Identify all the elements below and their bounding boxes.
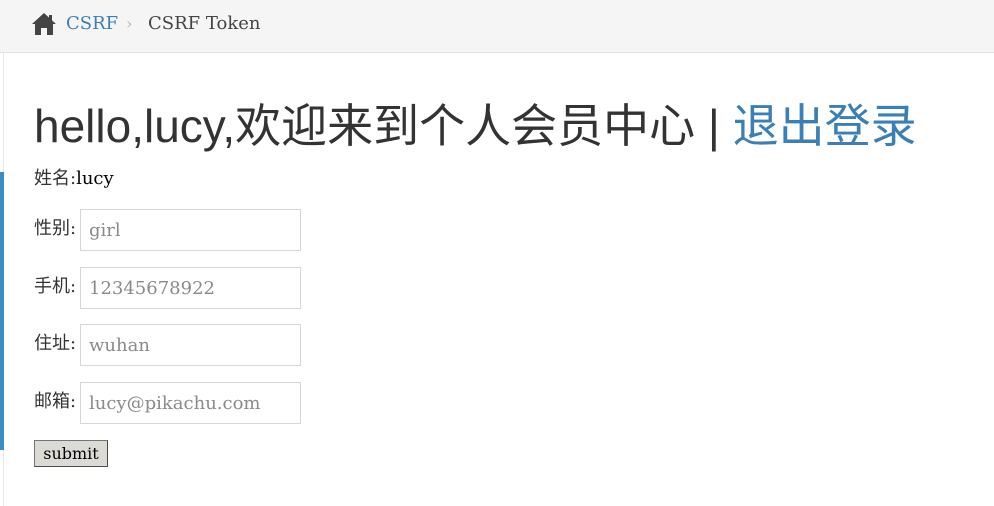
phone-label: 手机:: [34, 276, 77, 297]
page-title-greeting: hello,lucy,欢迎来到个人会员中心 |: [34, 100, 733, 152]
gender-input[interactable]: [80, 209, 301, 251]
chevron-right-icon: ›: [126, 14, 133, 33]
address-input[interactable]: [80, 324, 301, 366]
home-icon[interactable]: [31, 12, 57, 36]
submit-button[interactable]: submit: [34, 440, 108, 467]
name-value: lucy: [76, 168, 114, 189]
phone-input[interactable]: [80, 267, 301, 309]
name-label: 姓名:: [34, 168, 77, 189]
breadcrumb-current: CSRF Token: [148, 13, 261, 34]
logout-link[interactable]: 退出登录: [733, 100, 917, 152]
name-line: 姓名:lucy: [34, 167, 114, 191]
address-label: 住址:: [34, 333, 77, 354]
gender-label: 性别:: [34, 218, 77, 239]
page: CSRF › CSRF Token hello,lucy,欢迎来到个人会员中心 …: [0, 0, 994, 506]
email-input[interactable]: [80, 382, 301, 424]
left-accent-bar: [0, 172, 4, 450]
breadcrumb-link-csrf[interactable]: CSRF: [66, 13, 118, 35]
email-label: 邮箱:: [34, 391, 77, 412]
page-title: hello,lucy,欢迎来到个人会员中心 | 退出登录: [34, 98, 917, 154]
breadcrumb: CSRF › CSRF Token: [0, 0, 994, 53]
